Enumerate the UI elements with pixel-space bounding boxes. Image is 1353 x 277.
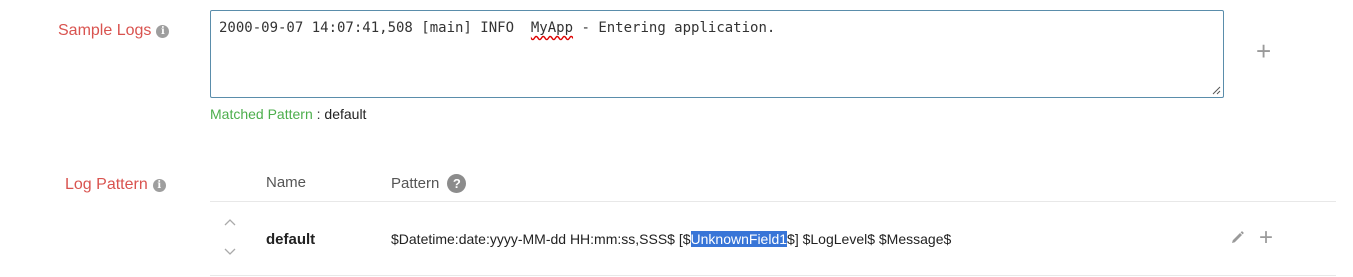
column-header-name: Name [266,174,307,191]
move-up-chevron-icon[interactable] [224,218,236,226]
table-divider [210,275,1336,276]
info-icon[interactable]: i [156,24,170,38]
sample-logs-label-text: Sample Logs [58,22,152,39]
column-header-pattern-text: Pattern [391,175,440,192]
column-header-pattern: Pattern ? [391,174,467,193]
matched-pattern-label: Matched Pattern [210,106,313,122]
move-down-chevron-icon[interactable] [224,248,236,256]
log-pattern-label-text: Log Pattern [65,176,148,193]
matched-pattern-separator: : [312,106,325,122]
sample-log-misspelled-word: MyApp [530,20,574,36]
add-sample-log-plus-icon[interactable]: + [1256,38,1271,64]
pattern-row-pattern: $Datetime:date:yyyy-MM-dd HH:mm:ss,SSS$ … [391,231,951,247]
sample-log-prefix: 2000-09-07 14:07:41,508 [main] INFO [219,20,531,36]
sample-log-text: 2000-09-07 14:07:41,508 [main] INFO MyAp… [219,20,775,36]
sample-log-suffix: - Entering application. [573,20,776,36]
info-icon[interactable]: i [152,178,166,192]
pattern-row-name: default [266,231,316,248]
matched-pattern: Matched Pattern : default [210,106,366,122]
help-icon[interactable]: ? [447,174,467,193]
add-pattern-plus-icon[interactable]: + [1259,226,1273,250]
pattern-text-after: $] $LogLevel$ $Message$ [787,231,952,247]
sample-logs-label: Sample Logs i [58,22,170,40]
edit-pencil-icon[interactable] [1229,230,1245,246]
pattern-text-before: $Datetime:date:yyyy-MM-dd HH:mm:ss,SSS$ … [391,231,691,247]
sample-logs-textarea[interactable]: 2000-09-07 14:07:41,508 [main] INFO MyAp… [210,10,1224,98]
matched-pattern-value: default [324,106,367,122]
resize-grip-icon[interactable] [1212,86,1221,95]
log-pattern-label: Log Pattern i [65,176,166,194]
table-divider [210,201,1336,202]
pattern-highlighted-field[interactable]: UnknownField1 [690,231,788,247]
